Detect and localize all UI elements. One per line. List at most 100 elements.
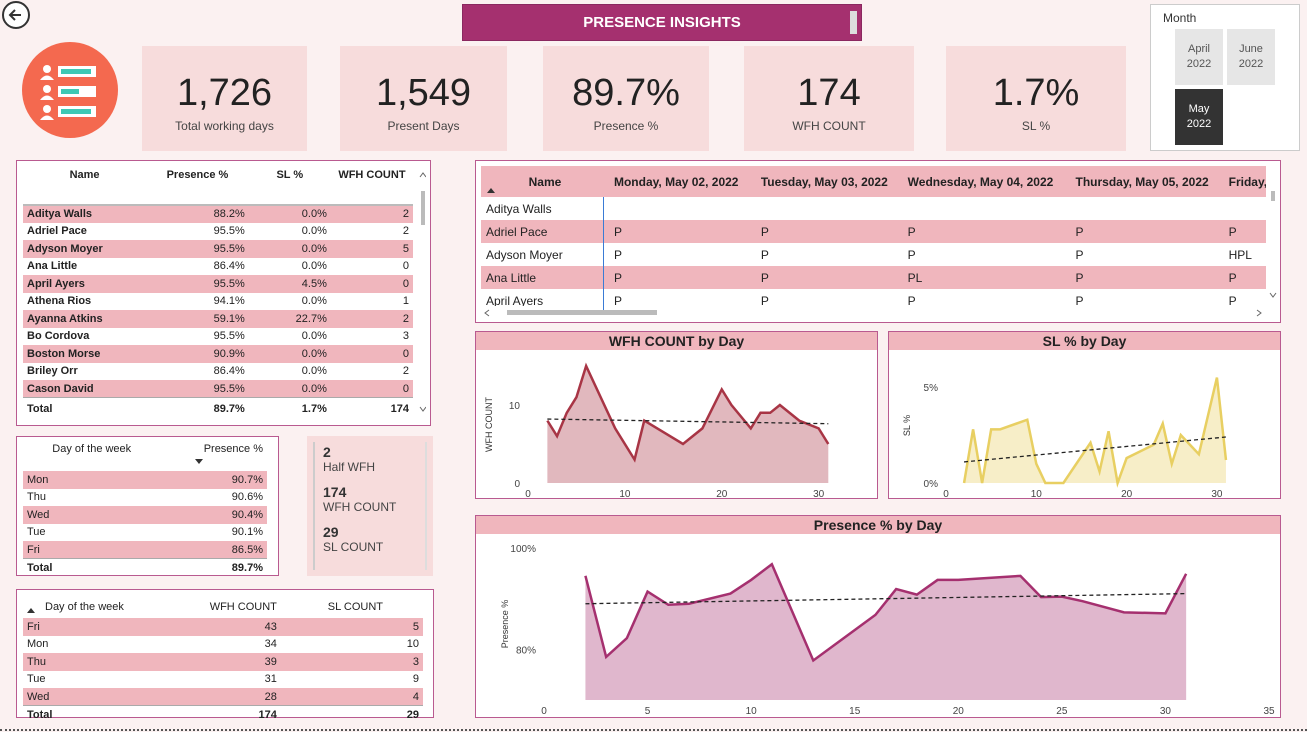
table-row[interactable]: Tue 90.1% (23, 524, 267, 542)
table-row[interactable]: Boston Morse 90.9% 0.0% 0 (23, 345, 413, 363)
month-option-year: 2022 (1186, 118, 1212, 130)
y-axis-label: SL % (902, 415, 912, 436)
table-row[interactable]: Adyson Moyer P P P P HPL (481, 243, 1266, 266)
table-row[interactable]: Adyson Moyer 95.5% 0.0% 5 (23, 240, 413, 258)
dow-presence-panel: Day of the week Presence % Mon 90.7% Thu 90… (16, 436, 279, 576)
table-row[interactable]: Thu 90.6% (23, 489, 267, 507)
col-header-date[interactable]: Monday, May 02, 2022 (608, 166, 756, 197)
table-row[interactable]: Thu 39 3 (23, 653, 423, 671)
table-row[interactable]: Bo Cordova 95.5% 0.0% 3 (23, 328, 413, 346)
presence-value: 90.9% (146, 345, 249, 363)
attendance-matrix-panel: Name Monday, May 02, 2022 Tuesday, May 0… (475, 160, 1281, 323)
table-row[interactable]: Athena Rios 94.1% 0.0% 1 (23, 293, 413, 311)
dow-counts-table: Day of the week WFH COUNT SL COUNT Fri 43… (23, 596, 423, 723)
presence-value: 59.1% (146, 310, 249, 328)
logo (22, 42, 118, 138)
col-header-wfh[interactable]: WFH COUNT (331, 161, 413, 205)
col-header-name[interactable]: Name (23, 161, 146, 205)
kpi-label: Total working days (175, 119, 274, 133)
attendance-code: P (613, 247, 622, 262)
card-divider (313, 442, 315, 570)
half-wfh-label: Half WFH (323, 460, 375, 474)
x-tick-label: 20 (1121, 489, 1133, 498)
col-header-wfh[interactable]: WFH COUNT (173, 596, 281, 618)
back-button[interactable] (2, 1, 30, 29)
employee-name: Adriel Pace (481, 220, 609, 243)
chart-title: WFH COUNT by Day (476, 332, 877, 350)
table-row[interactable]: Ayanna Atkins 59.1% 22.7% 2 (23, 310, 413, 328)
x-tick-label: 35 (1263, 706, 1275, 717)
table-row[interactable]: Aditya Walls (481, 197, 1266, 220)
bottom-divider (0, 729, 1307, 731)
col-header-sl[interactable]: SL COUNT (281, 596, 423, 618)
day-name: Tue (27, 526, 46, 539)
col-header-date[interactable]: Tuesday, May 03, 2022 (755, 166, 903, 197)
attendance-code: P (1070, 266, 1224, 289)
wfh-value: 1 (402, 295, 409, 308)
table-row[interactable]: Cason David 95.5% 0.0% 0 (23, 380, 413, 398)
y-axis-label: Presence % (500, 600, 510, 649)
table-row[interactable]: Aditya Walls 88.2% 0.0% 2 (23, 205, 413, 223)
attendance-code: P (1228, 293, 1237, 307)
presence-value: 86.4% (213, 260, 245, 273)
wfh-value: 0 (330, 345, 413, 363)
presence-value: 95.5% (213, 225, 245, 238)
dow-counts-panel: Day of the week WFH COUNT SL COUNT Fri 43… (16, 589, 434, 723)
sl-value: 4 (280, 688, 423, 706)
table-row[interactable]: Adriel Pace 95.5% 0.0% 2 (23, 223, 413, 241)
attendance-vscrollbar[interactable] (1268, 189, 1278, 307)
table-row[interactable]: Mon 34 10 (23, 636, 423, 654)
col-header-date[interactable]: Wednesday, May 04, 2022 (902, 166, 1071, 197)
wfh-value: 5 (330, 240, 413, 258)
sort-up-icon (487, 188, 495, 193)
table-row[interactable]: Mon 90.7% (23, 471, 267, 489)
table-row[interactable]: Adriel Pace P P P P P (481, 220, 1266, 243)
sl-value: 0.0% (301, 365, 327, 378)
kpi-label: Presence % (593, 119, 659, 133)
attendance-code: P (755, 266, 903, 289)
table-row[interactable]: Briley Orr 86.4% 0.0% 2 (23, 363, 413, 381)
kpi-value: 174 (797, 72, 861, 114)
x-tick-label: 30 (1211, 489, 1223, 498)
table-row[interactable]: Wed 28 4 (23, 688, 423, 706)
table-row[interactable]: Ana Little P P PL P P (481, 266, 1266, 289)
table-row[interactable]: Fri 86.5% (23, 541, 267, 559)
month-option-june[interactable]: June 2022 (1227, 29, 1275, 85)
month-option-april[interactable]: April 2022 (1175, 29, 1223, 85)
table-row[interactable]: April Ayers P P P P P (481, 289, 1266, 307)
wfh-count-value: 174 (323, 484, 347, 500)
kpi-value: 1,549 (375, 72, 472, 114)
sl-value: 0.0% (248, 205, 331, 223)
presence-value: 95.5% (146, 380, 249, 398)
col-header-sl[interactable]: SL % (249, 161, 331, 205)
attendance-code (609, 197, 756, 220)
col-header-name[interactable]: Name (481, 166, 609, 197)
y-tick-label: 0% (924, 479, 939, 490)
page-title-text: PRESENCE INSIGHTS (583, 14, 741, 31)
sl-count-value: 29 (323, 524, 339, 540)
table-row[interactable]: Fri 43 5 (23, 618, 423, 636)
wfh-value: 31 (264, 673, 277, 686)
presence-value: 90.1% (231, 526, 263, 539)
employee-name: Boston Morse (23, 345, 147, 363)
col-header-dow[interactable]: Day of the week (23, 596, 173, 618)
total-sl: 1.7% (248, 397, 331, 420)
month-option-may[interactable]: May 2022 (1175, 89, 1223, 145)
attendance-hscrollbar[interactable] (481, 307, 1271, 319)
title-handle (850, 11, 857, 34)
employee-table-scrollbar[interactable] (418, 169, 426, 419)
table-row[interactable]: April Ayers 95.5% 4.5% 0 (23, 275, 413, 293)
col-header-date[interactable]: Friday, May 06, 2022 (1223, 166, 1266, 197)
table-row[interactable]: Ana Little 86.4% 0.0% 0 (23, 258, 413, 276)
col-header-dow[interactable]: Day of the week (23, 443, 160, 471)
col-header-date[interactable]: Thursday, May 05, 2022 (1070, 166, 1224, 197)
col-header-presence[interactable]: Presence % (146, 161, 249, 205)
wfh-chart-panel: WFH COUNT by Day 0102030010DayWFH COUNT (475, 331, 878, 513)
kpi-value: 89.7% (572, 72, 680, 114)
table-row[interactable]: Tue 31 9 (23, 671, 423, 689)
attendance-code (756, 197, 903, 220)
total-row: Total 174 29 (23, 705, 423, 723)
kpi-wfh-count: 174 WFH COUNT (744, 46, 914, 151)
col-header-presence[interactable]: Presence % (160, 443, 267, 471)
table-row[interactable]: Wed 90.4% (23, 506, 267, 524)
